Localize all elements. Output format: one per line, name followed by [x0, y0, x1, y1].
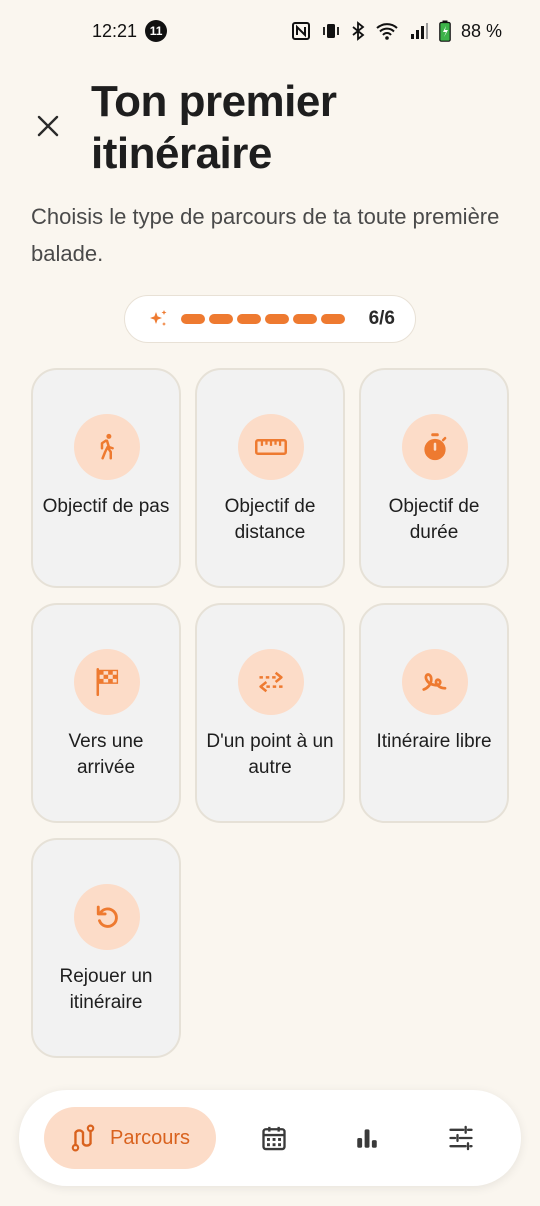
screen: 12:21 11 88 % Ton premier itinéraire Cho…: [0, 0, 540, 1206]
route-type-label: Vers une arrivée: [68, 731, 144, 778]
status-bar: 12:21 11 88 %: [0, 0, 540, 62]
progress-segment: [321, 314, 345, 324]
route-type-label: Rejouer un itinéraire: [59, 966, 153, 1013]
bottom-navigation: Parcours: [19, 1090, 521, 1186]
progress-segment: [265, 314, 289, 324]
stats-icon: [357, 1129, 377, 1148]
route-type-label: Objectif de pas: [42, 496, 170, 517]
battery-icon: [439, 20, 451, 42]
icon-badge: [74, 649, 140, 715]
walking-icon: [100, 433, 114, 460]
progress-text: 6/6: [368, 308, 395, 329]
icon-badge: [238, 649, 304, 715]
nav-item-stats[interactable]: [349, 1120, 385, 1156]
page-title: Ton premier itinéraire: [91, 77, 337, 178]
calendar-icon: [262, 1126, 286, 1151]
route-type-card-free[interactable]: Itinéraire libre: [359, 603, 509, 823]
icon-badge: [402, 649, 468, 715]
status-time: 12:21: [92, 20, 138, 41]
nav-item-label: Parcours: [110, 1126, 191, 1149]
status-right: 88 %: [291, 20, 502, 42]
stopwatch-icon: [424, 433, 447, 461]
progress-segment: [237, 314, 261, 324]
nav-item-parcours[interactable]: Parcours: [44, 1107, 216, 1169]
progress-segments: [181, 314, 357, 324]
sparkle-icon: [150, 310, 167, 326]
route-type-label: Objectif de durée: [388, 496, 480, 543]
page-subtitle: Choisis le type de parcours de ta toute …: [31, 204, 500, 266]
swap-arrows-icon: [259, 671, 283, 693]
settings-sliders-icon: [449, 1125, 473, 1151]
icon-badge: [74, 414, 140, 480]
icon-badge: [238, 414, 304, 480]
wifi-icon: [375, 21, 399, 41]
route-type-card-point-to-point[interactable]: D'un point à un autre: [195, 603, 345, 823]
status-left: 12:21 11: [92, 20, 168, 42]
battery-level: 88 %: [460, 20, 502, 41]
route-type-label: Objectif de distance: [224, 496, 316, 543]
route-type-card-destination[interactable]: Vers une arrivée: [31, 603, 181, 823]
icon-badge: [74, 884, 140, 950]
vibrate-icon: [321, 21, 341, 41]
ruler-icon: [255, 438, 287, 456]
route-type-card-replay[interactable]: Rejouer un itinéraire: [31, 838, 181, 1058]
progress-indicator: 6/6: [124, 295, 416, 343]
checkered-flag-icon: [96, 668, 119, 696]
route-type-card-distance[interactable]: Objectif de distance: [195, 368, 345, 588]
nav-item-settings[interactable]: [443, 1120, 479, 1156]
route-type-label: Itinéraire libre: [376, 731, 492, 752]
route-type-label: D'un point à un autre: [206, 731, 334, 778]
route-type-card-duration[interactable]: Objectif de durée: [359, 368, 509, 588]
signal-icon: [409, 21, 429, 41]
replay-icon: [96, 905, 118, 928]
route-icon: [71, 1124, 95, 1152]
bluetooth-icon: [351, 21, 365, 41]
progress-segment: [181, 314, 205, 324]
nfc-icon: [291, 21, 311, 41]
squiggle-icon: [422, 673, 447, 691]
progress-segment: [209, 314, 233, 324]
close-icon: [37, 115, 59, 137]
close-button[interactable]: [28, 106, 68, 146]
icon-badge: [402, 414, 468, 480]
notification-count-badge: 11: [145, 20, 168, 42]
route-type-card-steps[interactable]: Objectif de pas: [31, 368, 181, 588]
progress-segment: [293, 314, 317, 324]
nav-item-calendar[interactable]: [256, 1120, 292, 1156]
